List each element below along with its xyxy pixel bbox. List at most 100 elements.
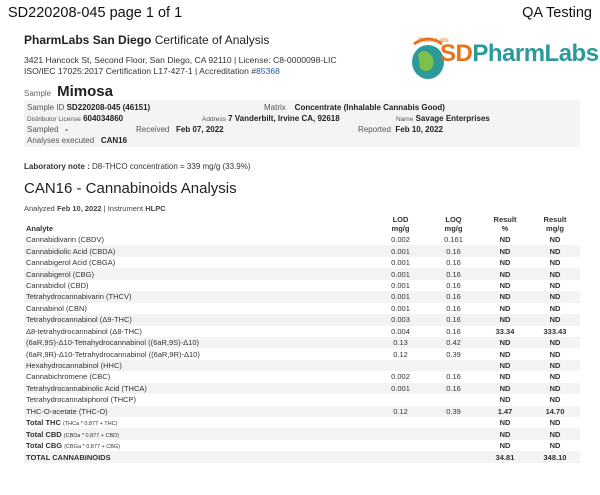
- result-percent-cell: ND: [480, 382, 530, 395]
- analyte-cell: Δ8-tetrahydrocannabinol (Δ8-THC): [24, 325, 374, 337]
- analyte-cell: Tetrahydrocannabivarin (THCV): [24, 291, 374, 303]
- loq-cell: 0.16: [427, 325, 480, 337]
- lod-cell: 0.12: [374, 405, 427, 417]
- analyte-cell: Cannabidiolic Acid (CBDA): [24, 245, 374, 257]
- total-percent-cell: ND: [480, 428, 530, 440]
- loq-cell: 0.16: [427, 382, 480, 395]
- result-percent-cell: ND: [480, 348, 530, 360]
- lod-cell: [374, 451, 427, 463]
- loq-cell: 0.16: [427, 256, 480, 269]
- laboratory-note: Laboratory note : D8-THCO concentration …: [24, 162, 251, 171]
- result-percent-cell: 1.47: [480, 405, 530, 417]
- result-mgg-cell: ND: [530, 302, 580, 315]
- lab-address-block: 3421 Hancock St, Second Floor, San Diego…: [24, 55, 337, 77]
- result-percent-cell: ND: [480, 359, 530, 372]
- table-row: Cannabidivarin (CBDV) 0.002 0.161 ND ND: [24, 234, 580, 246]
- analyte-cell: Cannabigerol (CBG): [24, 268, 374, 280]
- loq-cell: 0.16: [427, 291, 480, 303]
- total-label-cell: Total THC (THCa * 0.877 + THC): [24, 417, 374, 429]
- accreditation-link[interactable]: 85368: [256, 66, 280, 76]
- loq-cell: [427, 394, 480, 406]
- sampled-field: Sampled -: [27, 125, 68, 134]
- lod-cell: 0.001: [374, 245, 427, 257]
- sample-id-field: Sample ID SD220208-045 (46151): [27, 103, 151, 112]
- table-row: Δ8-tetrahydrocannabinol (Δ8-THC) 0.004 0.1…: [24, 325, 580, 337]
- sample-label: Sample: [24, 89, 52, 98]
- lod-cell: [374, 359, 427, 372]
- lod-cell: 0.13: [374, 336, 427, 349]
- result-percent-cell: ND: [480, 234, 530, 246]
- analyte-cell: Tetrahydrocannabinolic Acid (THCA): [24, 382, 374, 395]
- table-row: Cannabigerol Acid (CBGA) 0.001 0.16 ND ND: [24, 256, 580, 269]
- sample-heading: Sample Mimosa: [24, 83, 113, 100]
- result-mgg-cell: ND: [530, 268, 580, 280]
- result-percent-cell: ND: [480, 291, 530, 303]
- result-percent-cell: ND: [480, 268, 530, 280]
- reported-field: Reported Feb 10, 2022: [358, 125, 443, 134]
- result-percent-cell: ND: [480, 245, 530, 257]
- analyte-cell: (6aR,9S)-Δ10-Tetrahydrocannabinol ((6aR,…: [24, 336, 374, 349]
- result-percent-header: Result%: [493, 215, 517, 233]
- lod-cell: 0.001: [374, 302, 427, 315]
- table-row: (6aR,9S)-Δ10-Tetrahydrocannabinol ((6aR,…: [24, 336, 580, 349]
- loq-cell: 0.42: [427, 336, 480, 349]
- analyte-cell: Cannabidiol (CBD): [24, 279, 374, 292]
- lab-address: 3421 Hancock St, Second Floor, San Diego…: [24, 55, 337, 65]
- table-row: Cannabinol (CBN) 0.001 0.16 ND ND: [24, 302, 580, 315]
- total-mgg-cell: ND: [530, 417, 580, 429]
- certificate-label: Certificate of Analysis: [151, 33, 270, 47]
- total-percent-cell: ND: [480, 417, 530, 429]
- lod-cell: [374, 394, 427, 406]
- analyte-cell: THC-O-acetate (THC-O): [24, 405, 374, 417]
- client-name-field: Name Savage Enterprises: [396, 114, 490, 123]
- result-mgg-cell: ND: [530, 314, 580, 326]
- loq-cell: 0.16: [427, 302, 480, 315]
- table-row: Cannabidiolic Acid (CBDA) 0.001 0.16 ND ND: [24, 245, 580, 257]
- result-percent-cell: ND: [480, 279, 530, 292]
- loq-cell: 0.39: [427, 348, 480, 360]
- result-percent-cell: ND: [480, 302, 530, 315]
- result-percent-cell: ND: [480, 314, 530, 326]
- loq-cell: 0.16: [427, 371, 480, 383]
- lod-cell: 0.12: [374, 348, 427, 360]
- analyses-executed-field: Analyses executed CAN16: [27, 136, 128, 145]
- result-percent-cell: ND: [480, 336, 530, 349]
- analyte-cell: Tetrahydrocannabinol (Δ9-THC): [24, 314, 374, 326]
- result-mgg-cell: ND: [530, 359, 580, 372]
- lab-certification: ISO/IEC 17025:2017 Certification L17-427…: [24, 66, 280, 76]
- lod-cell: [374, 417, 427, 429]
- loq-cell: [427, 451, 480, 463]
- loq-cell: [427, 359, 480, 372]
- table-row: Cannabichromene (CBC) 0.002 0.16 ND ND: [24, 371, 580, 383]
- lod-cell: 0.002: [374, 371, 427, 383]
- result-percent-cell: 33.34: [480, 325, 530, 337]
- page-header: SD220208-045 page 1 of 1 QA Testing: [8, 5, 592, 25]
- lab-name: PharmLabs San Diego: [24, 33, 152, 47]
- analyte-cell: (6aR,9R)-Δ10-Tetrahydrocannabinol ((6aR,…: [24, 348, 374, 360]
- table-row: Cannabigerol (CBG) 0.001 0.16 ND ND: [24, 268, 580, 280]
- total-row: Total CBG (CBGa * 0.877 + CBG) ND ND: [24, 439, 580, 452]
- table-row: Tetrahydrocannabinol (Δ9-THC) 0.003 0.16 ND…: [24, 314, 580, 326]
- loq-cell: 0.16: [427, 245, 480, 257]
- document-id: SD220208-045 page 1 of 1: [8, 5, 183, 21]
- analyte-cell: Cannabidivarin (CBDV): [24, 234, 374, 246]
- result-mgg-cell: ND: [530, 256, 580, 269]
- lab-title: PharmLabs San Diego Certificate of Analy…: [24, 33, 269, 47]
- table-row: Hexahydrocannabinol (HHC) ND ND: [24, 359, 580, 372]
- result-mgg-cell: ND: [530, 371, 580, 383]
- total-row: Total CBD (CBDa * 0.877 + CBD) ND ND: [24, 428, 580, 440]
- total-mgg-cell: ND: [530, 428, 580, 440]
- result-mgg-cell: ND: [530, 245, 580, 257]
- result-percent-cell: ND: [480, 394, 530, 406]
- grand-total-percent-cell: 34.81: [480, 451, 530, 463]
- table-row: Tetrahydrocannabinolic Acid (THCA) 0.001 0…: [24, 382, 580, 395]
- lod-cell: 0.001: [374, 382, 427, 395]
- lod-cell: 0.004: [374, 325, 427, 337]
- result-mgg-cell: 14.70: [530, 405, 580, 417]
- result-mgg-cell: ND: [530, 382, 580, 395]
- table-row: Tetrahydrocannabiphorol (THCP) ND ND: [24, 394, 580, 406]
- table-row: THC-O-acetate (THC-O) 0.12 0.39 1.47 14.70: [24, 405, 580, 417]
- address-field: Address 7 Vanderbilt, Irvine CA, 92618: [202, 114, 340, 123]
- distributor-license-field: Distributor License 604034860: [27, 114, 124, 123]
- result-mgg-cell: ND: [530, 291, 580, 303]
